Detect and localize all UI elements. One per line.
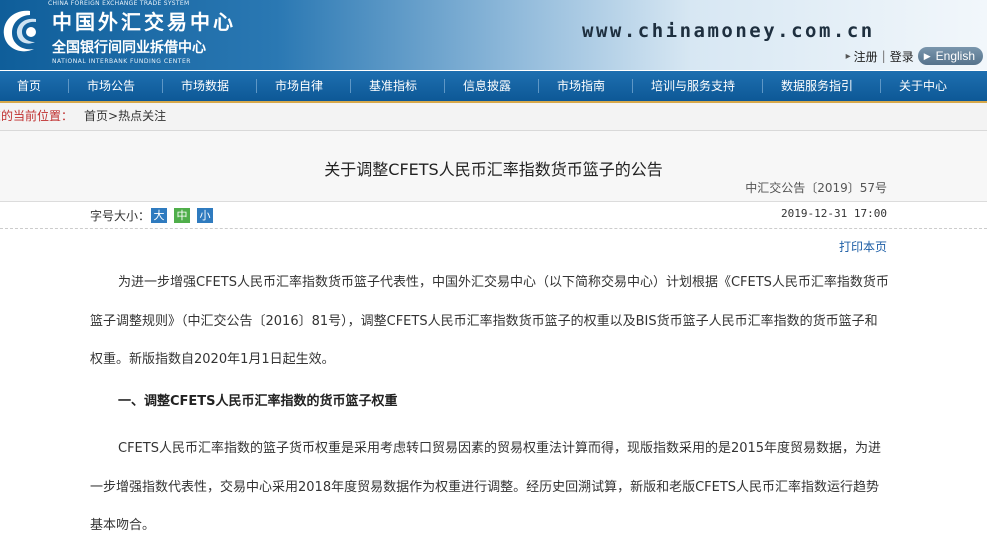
nav-item-data-service[interactable]: 数据服务指引 (781, 71, 853, 101)
english-label: English (935, 49, 975, 63)
cfets-logo-icon[interactable] (0, 5, 48, 57)
article-meta-bar: 字号大小： 大 中 小 2019-12-31 17:00 (0, 202, 987, 229)
nav-divider (444, 79, 445, 93)
brand-english-bottom: NATIONAL INTERBANK FUNDING CENTER (52, 58, 191, 65)
nav-item-about[interactable]: 关于中心 (899, 71, 947, 101)
print-page-link[interactable]: 打印本页 (839, 238, 887, 255)
breadcrumb-label: 您的当前位置： (0, 109, 74, 123)
article-paragraph: CFETS人民币汇率指数的篮子货币权重是采用考虑转口贸易因素的贸易权重法计算而得… (90, 441, 882, 533)
breadcrumb-path: 首页>热点关注 (84, 103, 166, 130)
nav-divider (256, 79, 257, 93)
article-header: 关于调整CFETS人民币汇率指数货币篮子的公告 中汇交公告〔2019〕57号 (0, 131, 987, 202)
breadcrumb-home-link[interactable]: 首页 (84, 109, 108, 123)
nav-divider (68, 79, 69, 93)
triangle-bullet-icon: ▸ (845, 50, 851, 62)
nav-item-market-guide[interactable]: 市场指南 (557, 71, 605, 101)
nav-divider (880, 79, 881, 93)
document-number: 中汇交公告〔2019〕57号 (745, 181, 887, 195)
brand-chinese-subname: 全国银行间同业拆借中心 (52, 40, 206, 56)
nav-item-market-announcements[interactable]: 市场公告 (87, 71, 135, 101)
breadcrumb-current[interactable]: 热点关注 (118, 109, 166, 123)
nav-item-home[interactable]: 首页 (17, 71, 41, 101)
nav-divider (762, 79, 763, 93)
font-size-medium-button[interactable]: 中 (174, 208, 190, 223)
nav-divider (162, 79, 163, 93)
header-links: ▸ 注册 | 登录 ▶ English (846, 46, 983, 66)
article-paragraph: 为进一步增强CFETS人民币汇率指数货币篮子代表性，中国外汇交易中心（以下简称交… (90, 275, 889, 367)
nav-divider (538, 79, 539, 93)
breadcrumb-separator: > (108, 109, 119, 123)
nav-item-disclosure[interactable]: 信息披露 (463, 71, 511, 101)
login-link[interactable]: 登录 (890, 48, 914, 65)
register-link[interactable]: 注册 (854, 48, 878, 65)
nav-divider (350, 79, 351, 93)
breadcrumb: 您的当前位置： 首页>热点关注 (0, 103, 987, 131)
font-size-large-button[interactable]: 大 (151, 208, 167, 223)
nav-item-self-regulation[interactable]: 市场自律 (275, 71, 323, 101)
link-divider: | (881, 49, 886, 63)
main-nav: 首页 市场公告 市场数据 市场自律 基准指标 信息披露 市场指南 培训与服务支持… (0, 71, 987, 103)
font-size-label: 字号大小： (90, 209, 151, 223)
site-header: CHINA FOREIGN EXCHANGE TRADE SYSTEM 中国外汇… (0, 0, 987, 70)
font-size-small-button[interactable]: 小 (197, 208, 213, 223)
nav-item-benchmarks[interactable]: 基准指标 (369, 71, 417, 101)
nav-divider (632, 79, 633, 93)
nav-item-training-support[interactable]: 培训与服务支持 (651, 71, 735, 101)
brand-chinese-name: 中国外汇交易中心 (52, 10, 236, 34)
english-button[interactable]: ▶ English (917, 47, 983, 65)
nav-item-market-data[interactable]: 市场数据 (181, 71, 229, 101)
publish-date: 2019-12-31 17:00 (781, 207, 887, 220)
page-title: 关于调整CFETS人民币汇率指数货币篮子的公告 (324, 160, 663, 179)
section-heading: 一、调整CFETS人民币汇率指数的货币篮子权重 (118, 394, 398, 409)
play-arrow-icon: ▶ (923, 50, 931, 61)
site-url: www.chinamoney.com.cn (582, 20, 875, 42)
